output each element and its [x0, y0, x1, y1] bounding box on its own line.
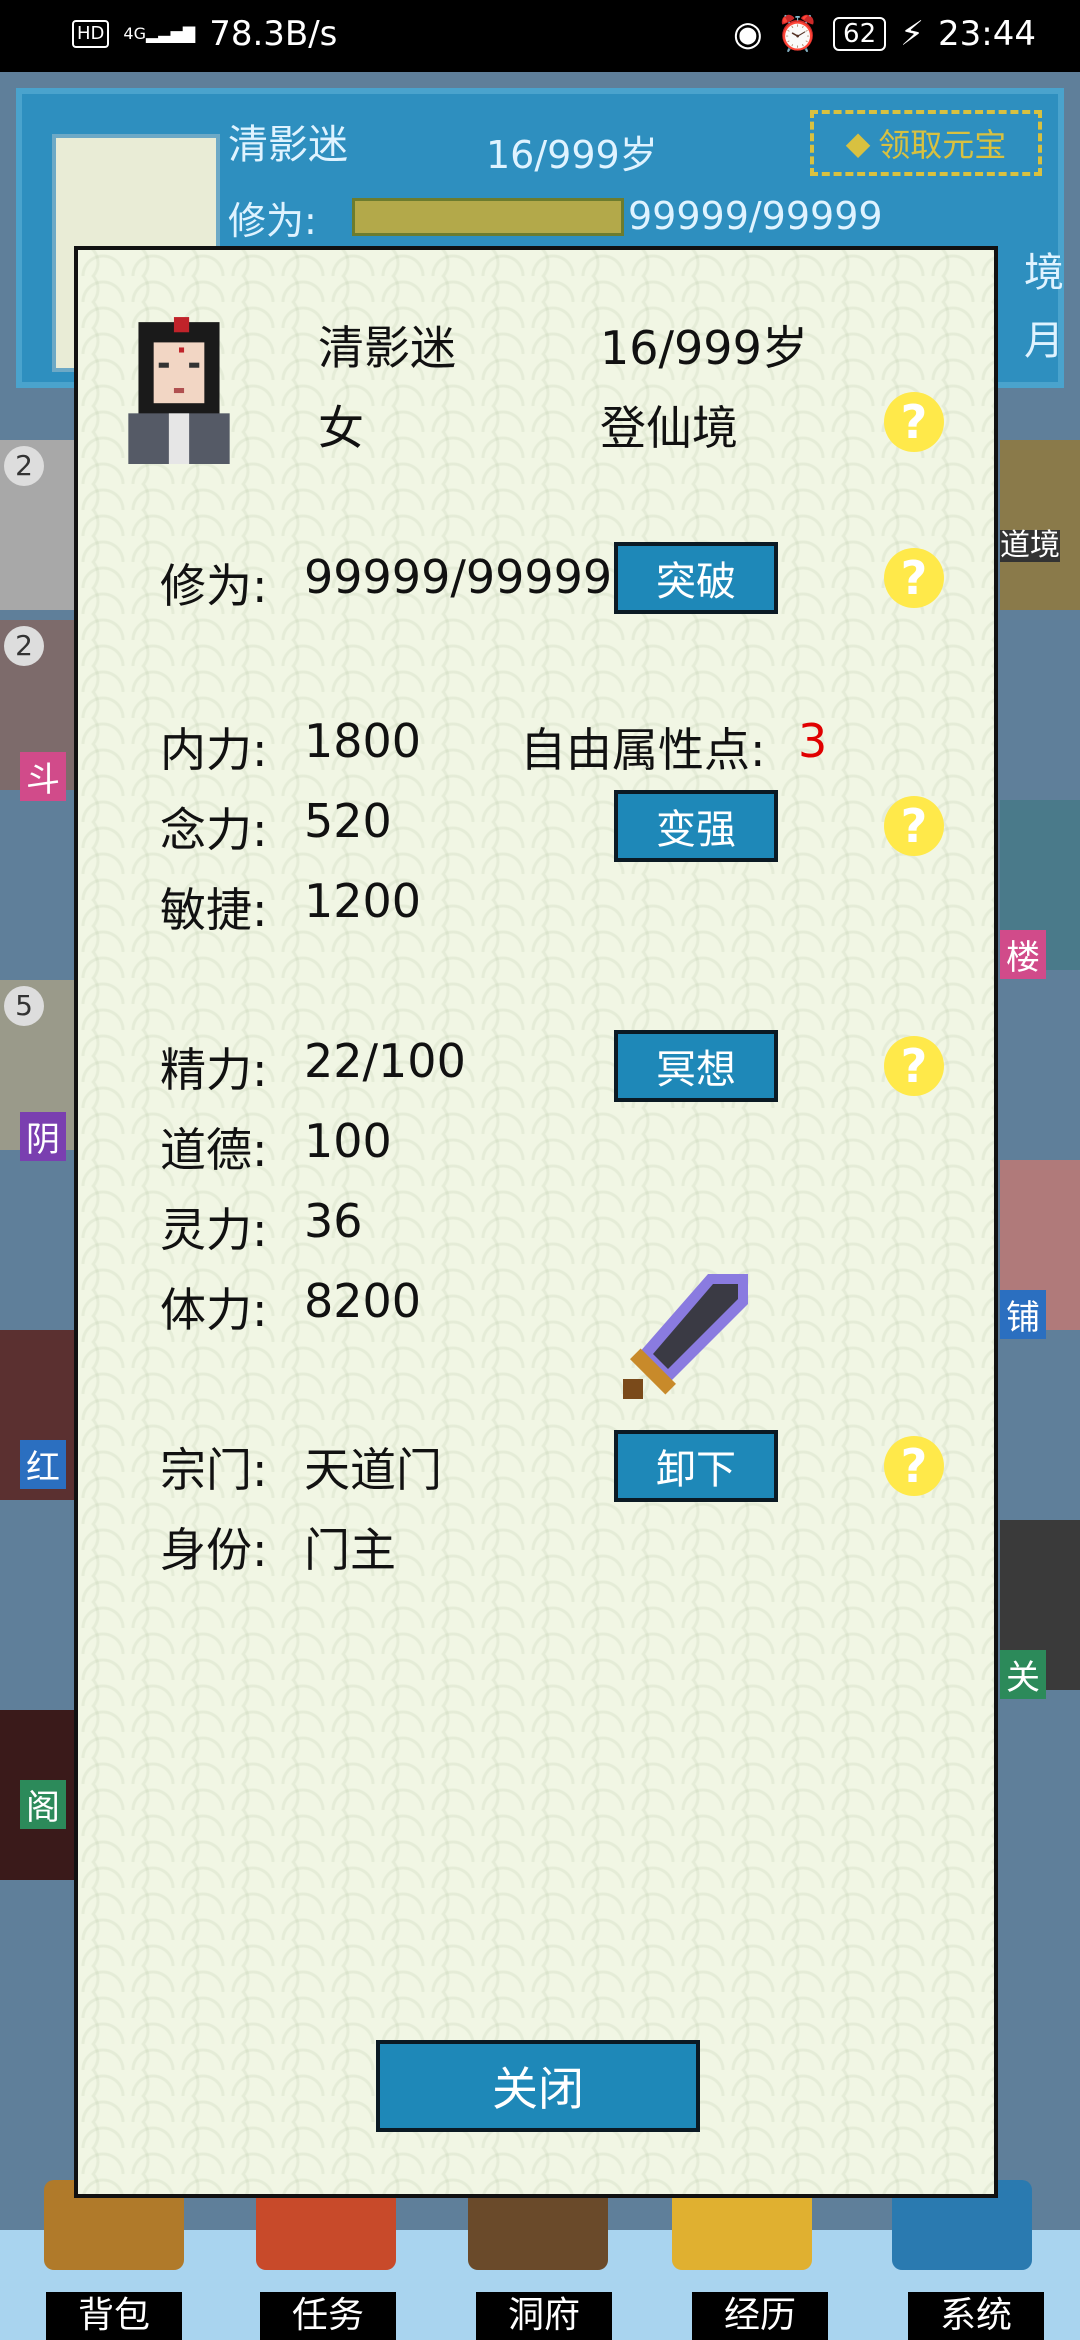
shenfen-label: 身份:	[160, 1523, 268, 1577]
nav-system[interactable]: 系统	[908, 2292, 1044, 2340]
location-label: 斗	[20, 752, 66, 801]
claim-yuanbao-label: 领取元宝	[878, 126, 1007, 164]
jingli-label: 精力:	[160, 1043, 268, 1097]
nav-backpack[interactable]: 背包	[46, 2292, 182, 2340]
sect-help-button[interactable]: ?	[884, 1436, 944, 1496]
lingli-value: 36	[304, 1194, 363, 1248]
question-icon: ?	[900, 395, 928, 449]
status-bar: HD 4G▂▃▅▇ 78.3B/s ◉ ⏰ 62 ⚡ 23:44	[0, 0, 1080, 72]
background-xiuwei-label: 修为:	[228, 199, 317, 243]
location-label: 关	[1000, 1650, 1046, 1699]
nav-history[interactable]: 经历	[692, 2292, 828, 2340]
unequip-button[interactable]: 卸下	[614, 1430, 778, 1502]
tili-label: 体力:	[160, 1283, 268, 1337]
location-badge: 5	[4, 986, 44, 1026]
xiuwei-value: 99999/99999	[304, 550, 613, 604]
sword-icon[interactable]	[618, 1264, 758, 1404]
location-badge: 2	[4, 446, 44, 486]
background-fragment-realm: 境	[1024, 250, 1064, 296]
location-label: 红	[20, 1440, 66, 1489]
question-icon: ?	[900, 1439, 928, 1493]
location-tile[interactable]	[1000, 440, 1080, 610]
xiuwei-help-button[interactable]: ?	[884, 548, 944, 608]
character-realm: 登仙境	[600, 401, 738, 455]
location-label: 铺	[1000, 1290, 1046, 1339]
location-label: 楼	[1000, 930, 1046, 979]
minjie-value: 1200	[304, 874, 422, 928]
neili-label: 内力:	[160, 723, 268, 777]
neili-value: 1800	[304, 714, 422, 768]
question-icon: ?	[900, 799, 928, 853]
net-speed: 78.3B/s	[209, 14, 338, 54]
zongmen-value: 天道门	[304, 1443, 442, 1497]
nav-dongfu[interactable]: 洞府	[476, 2292, 612, 2340]
question-icon: ?	[900, 551, 928, 605]
realm-help-button[interactable]: ?	[884, 392, 944, 452]
meditate-help-button[interactable]: ?	[884, 1036, 944, 1096]
hd-icon: HD	[72, 20, 110, 48]
close-button[interactable]: 关闭	[376, 2040, 700, 2132]
clock: 23:44	[938, 14, 1036, 54]
background-player-name: 清影迷	[228, 122, 348, 168]
background-player-age: 16/999岁	[486, 133, 658, 177]
background-xiuwei-bar	[352, 198, 624, 236]
signal-icon: 4G▂▃▅▇	[123, 24, 196, 43]
alarm-icon: ⏰	[776, 14, 820, 54]
tili-value: 8200	[304, 1274, 422, 1328]
character-name: 清影迷	[318, 321, 456, 375]
claim-yuanbao-button[interactable]: ◆ 领取元宝	[810, 110, 1042, 176]
character-age: 16/999岁	[600, 321, 808, 375]
lingli-label: 灵力:	[160, 1203, 268, 1257]
minjie-label: 敏捷:	[160, 883, 268, 937]
shenfen-value: 门主	[304, 1523, 396, 1577]
location-badge: 2	[4, 626, 44, 666]
character-info-dialog: 清影迷 16/999岁 女 登仙境 ? 修为: 99999/99999 突破 ?…	[74, 246, 998, 2198]
zongmen-label: 宗门:	[160, 1443, 268, 1497]
charging-icon: ⚡	[900, 14, 925, 54]
jingli-value: 22/100	[304, 1034, 466, 1088]
nianli-value: 520	[304, 794, 392, 848]
daode-label: 道德:	[160, 1123, 268, 1177]
nianli-label: 念力:	[160, 803, 268, 857]
character-portrait	[128, 317, 230, 464]
bottom-nav: 背包 任务 洞府 经历 系统	[0, 2180, 1080, 2340]
character-gender: 女	[318, 401, 364, 455]
ingot-icon: ◆	[845, 124, 871, 162]
background-xiuwei-value: 99999/99999	[628, 194, 883, 238]
background-fragment-month: 月	[1024, 318, 1064, 364]
question-icon: ?	[900, 1039, 928, 1093]
breakthrough-button[interactable]: 突破	[614, 542, 778, 614]
strengthen-help-button[interactable]: ?	[884, 796, 944, 856]
xiuwei-label: 修为:	[160, 559, 268, 613]
signal-label: 4G	[123, 24, 146, 43]
daode-value: 100	[304, 1114, 392, 1168]
nav-tasks[interactable]: 任务	[260, 2292, 396, 2340]
strengthen-button[interactable]: 变强	[614, 790, 778, 862]
free-points-label: 自由属性点:	[520, 723, 766, 777]
location-label: 阁	[20, 1780, 66, 1829]
location-label: 道境	[1000, 528, 1060, 563]
meditate-button[interactable]: 冥想	[614, 1030, 778, 1102]
battery-icon: 62	[833, 17, 887, 51]
eye-icon: ◉	[733, 14, 763, 54]
location-label: 阴	[20, 1112, 66, 1161]
free-points-value: 3	[798, 714, 828, 768]
